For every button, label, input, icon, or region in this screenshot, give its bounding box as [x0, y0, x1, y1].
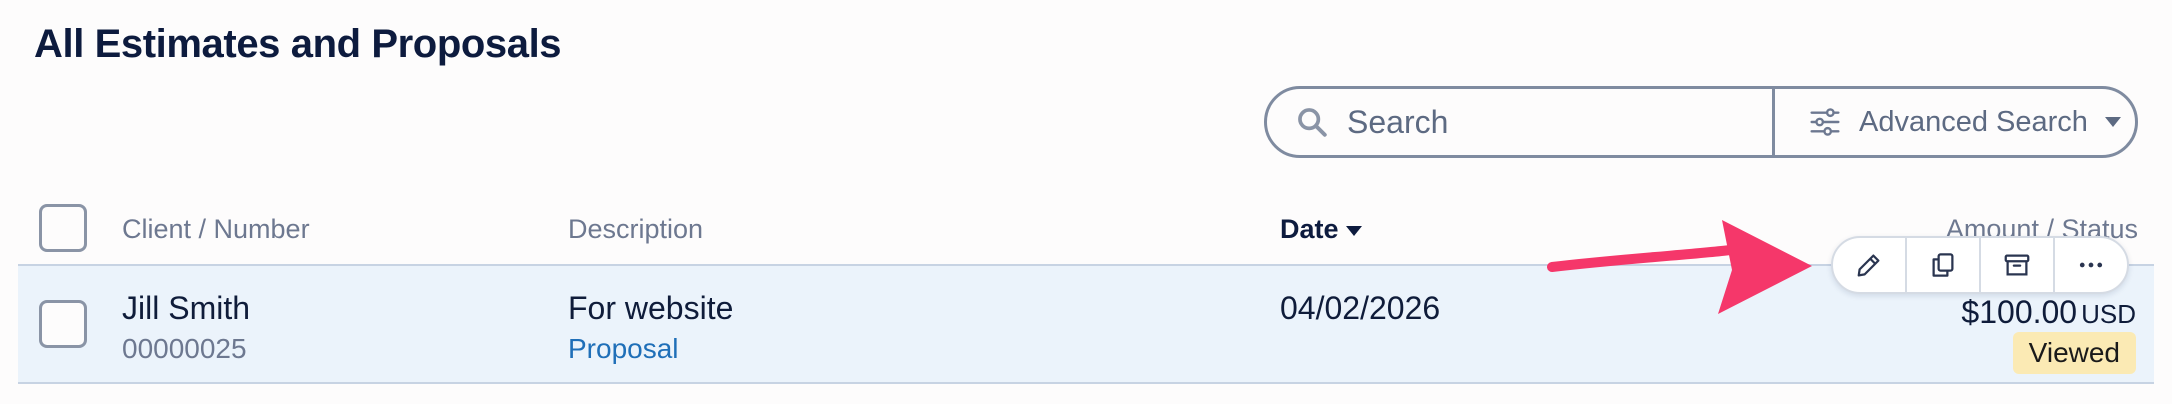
- client-name: Jill Smith: [122, 290, 251, 326]
- duplicate-icon: [1932, 253, 1954, 277]
- search-bar: Advanced Search: [1264, 86, 2138, 158]
- amount-value: $100.00: [1961, 294, 2078, 330]
- amount-cell: $100.00 USD: [1961, 294, 2136, 331]
- more-icon: [2079, 262, 2103, 268]
- pencil-icon: [1857, 254, 1880, 277]
- advanced-search-label: Advanced Search: [1859, 105, 2088, 138]
- advanced-search-button[interactable]: Advanced Search: [1775, 89, 2135, 155]
- column-header-date[interactable]: Date: [1280, 214, 1363, 245]
- document-type-link[interactable]: Proposal: [568, 333, 733, 365]
- sort-desc-icon: [1345, 225, 1362, 236]
- column-header-date-label: Date: [1280, 214, 1339, 244]
- caret-down-icon: [2104, 117, 2121, 127]
- status-badge: Viewed: [2012, 332, 2136, 374]
- search-field[interactable]: [1267, 89, 1775, 155]
- annotation-arrow: [1547, 220, 1812, 314]
- client-number: 00000025: [122, 333, 247, 364]
- duplicate-button[interactable]: [1907, 238, 1981, 292]
- sliders-icon: [1810, 108, 1840, 136]
- description-cell: For website Proposal: [568, 290, 733, 365]
- description-text: For website: [568, 290, 734, 326]
- archive-button[interactable]: [1981, 238, 2055, 292]
- currency-code: USD: [2081, 299, 2136, 329]
- edit-button[interactable]: [1833, 238, 1907, 292]
- client-cell: Jill Smith 00000025: [122, 290, 250, 365]
- select-all-checkbox[interactable]: [39, 204, 87, 252]
- row-checkbox[interactable]: [39, 300, 87, 348]
- archive-icon: [2004, 254, 2030, 276]
- column-header-client[interactable]: Client / Number: [122, 214, 310, 245]
- row-date: 04/02/2026: [1280, 290, 1441, 326]
- more-actions-button[interactable]: [2055, 238, 2127, 292]
- search-icon: [1298, 108, 1327, 137]
- search-input[interactable]: [1347, 103, 1767, 141]
- page-title: All Estimates and Proposals: [34, 22, 562, 66]
- estimates-page: All Estimates and Proposals Search Advan…: [0, 0, 2172, 404]
- column-header-description[interactable]: Description: [568, 214, 703, 245]
- row-actions-toolbar: [1831, 236, 2129, 294]
